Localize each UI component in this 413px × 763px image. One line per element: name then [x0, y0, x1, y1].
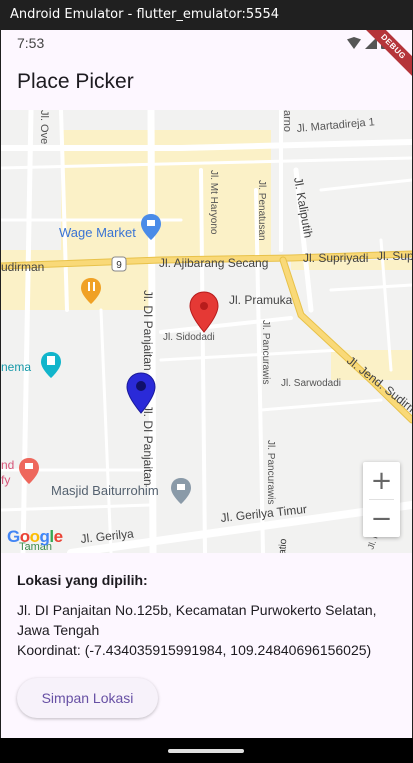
route-number: 9 [116, 260, 122, 271]
poi-label[interactable]: fy [1, 473, 10, 487]
street-label: Jl. Martadireja 1 [296, 116, 375, 135]
street-label: Jl. Pancurawis [265, 440, 276, 504]
street-label: Jl. Sidodadi [163, 332, 215, 343]
poi-label[interactable]: Masjid Baiturrohim [51, 483, 159, 498]
selected-coordinates: Koordinat: (-7.434035915991984, 109.2484… [17, 642, 372, 658]
save-location-button[interactable]: Simpan Lokasi [17, 678, 158, 718]
device-screen: 7:53 DEBUG Place Picker 9 Jl. Martadirej… [1, 30, 412, 738]
street-label: Jl. Pramuka [229, 293, 293, 307]
street-label: Jl. DI Panjaitan [141, 290, 155, 371]
street-label: Jl. Supr [377, 249, 412, 263]
window-title-bar: Android Emulator - flutter_emulator:5554 [0, 0, 413, 30]
street-label: Jl. Pancurawis [260, 320, 271, 384]
street-label: Jl. Kaliputih [291, 176, 315, 239]
street-label: udirman [1, 260, 44, 274]
mosque-icon[interactable] [171, 478, 191, 504]
street-label: Jl. Mt Haryono [208, 170, 219, 235]
zoom-in-button[interactable]: + [363, 462, 400, 499]
system-navigation-bar [0, 738, 413, 763]
zoom-controls: + − [363, 462, 400, 537]
street-label: atio [277, 538, 289, 553]
selected-address: Jl. DI Panjaitan No.125b, Kecamatan Purw… [17, 602, 377, 638]
street-label: Jl. DI Panjaitan [141, 405, 155, 486]
poi-label[interactable]: nd [1, 458, 14, 472]
street-label: Jl. Ove [38, 110, 50, 144]
zoom-out-button[interactable]: − [363, 500, 400, 537]
selected-location-details: Lokasi yang dipilih: Jl. DI Panjaitan No… [17, 572, 397, 660]
poi-label[interactable]: Wage Market [59, 225, 136, 240]
street-label: arno [281, 110, 293, 132]
home-gesture-pill[interactable] [168, 749, 244, 753]
wifi-icon [347, 37, 361, 49]
street-label: Jl. Sarwodadi [281, 378, 341, 389]
page-title: Place Picker [17, 70, 134, 93]
details-heading: Lokasi yang dipilih: [17, 572, 148, 588]
street-label: Jl. Ajibarang Secang [159, 256, 268, 270]
cart-glyph [147, 220, 155, 226]
map-canvas[interactable]: 9 Jl. Martadireja 1 Jl. Ajibarang Secang… [1, 110, 412, 553]
status-time: 7:53 [17, 35, 45, 51]
status-bar: 7:53 [1, 30, 412, 56]
street-label: Jl. Penatusan [256, 180, 267, 241]
window-title: Android Emulator - flutter_emulator:5554 [10, 7, 280, 22]
street-label: Jl. Supriyadi [303, 251, 368, 265]
map-view[interactable]: 9 Jl. Martadireja 1 Jl. Ajibarang Secang… [1, 110, 412, 553]
poi-label[interactable]: nema [1, 360, 31, 374]
google-logo[interactable]: Google [7, 527, 63, 547]
